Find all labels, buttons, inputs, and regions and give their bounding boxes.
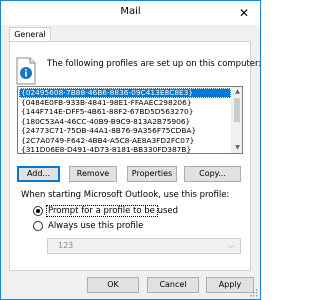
- scroll-thumb[interactable]: [234, 98, 240, 122]
- always-use-radio[interactable]: [33, 221, 43, 231]
- profile-list-item[interactable]: {180C53A4-46CC-40B9-B9C9-813A2B75906}: [19, 117, 231, 127]
- profiles-listbox[interactable]: {02495608-7B88-46B6-8836-09C413E8C8E3} {…: [17, 86, 243, 154]
- profile-dropdown-value: 123: [58, 241, 74, 250]
- profile-list-item[interactable]: {02495608-7B88-46B6-8836-09C413E8C8E3}: [19, 88, 231, 98]
- profile-list-item[interactable]: {24773C71-75DB-44A1-8B76-9A356F75CDBA}: [19, 126, 231, 136]
- apply-button[interactable]: Apply: [206, 277, 254, 293]
- scroll-up-icon[interactable]: ▲: [232, 87, 242, 97]
- ok-button[interactable]: OK: [87, 277, 139, 293]
- profile-list-item[interactable]: {0484E0FB-933B-4841-98E1-FFAAEC298206}: [19, 98, 231, 108]
- resize-grip-icon[interactable]: [250, 289, 258, 297]
- intro-text: The following profiles are set up on thi…: [47, 59, 262, 69]
- prompt-option-label[interactable]: Prompt for a profile to be used: [48, 206, 178, 216]
- title-bar: Mail ✕: [1, 1, 260, 25]
- tab-general[interactable]: General: [9, 27, 51, 42]
- cancel-button[interactable]: Cancel: [147, 277, 199, 293]
- copy-button[interactable]: Copy...: [184, 166, 241, 182]
- document-info-icon: [16, 57, 36, 85]
- profile-list-item[interactable]: {2C7A0749-F642-4BB4-A5C8-AE8A3FD2FC07}: [19, 136, 231, 146]
- startup-label: When starting Microsoft Outlook, use thi…: [21, 190, 230, 200]
- remove-button[interactable]: Remove: [69, 166, 117, 182]
- chevron-down-icon: ⌵: [227, 241, 234, 250]
- close-button[interactable]: ✕: [236, 5, 252, 21]
- profile-list-item[interactable]: {311D06E8-D491-4D73-8181-BB330FD387B}: [19, 145, 231, 153]
- mail-dialog: Mail ✕ General The following profiles ar…: [0, 0, 261, 300]
- general-panel: [9, 41, 251, 271]
- radio-dot-icon: [36, 209, 40, 213]
- close-icon: ✕: [238, 6, 250, 20]
- always-use-option-label[interactable]: Always use this profile: [48, 221, 143, 231]
- window-title: Mail: [120, 6, 141, 17]
- list-scrollbar[interactable]: ▲ ▼: [231, 87, 242, 153]
- profile-dropdown[interactable]: 123 ⌵: [47, 238, 241, 254]
- properties-button[interactable]: Properties: [127, 166, 177, 182]
- scroll-down-icon[interactable]: ▼: [232, 143, 242, 153]
- add-button[interactable]: Add...: [17, 166, 60, 182]
- profile-list-item[interactable]: {144F714E-DFF5-4B61-88F2-67BD5D563270}: [19, 107, 231, 117]
- prompt-radio[interactable]: [33, 206, 43, 216]
